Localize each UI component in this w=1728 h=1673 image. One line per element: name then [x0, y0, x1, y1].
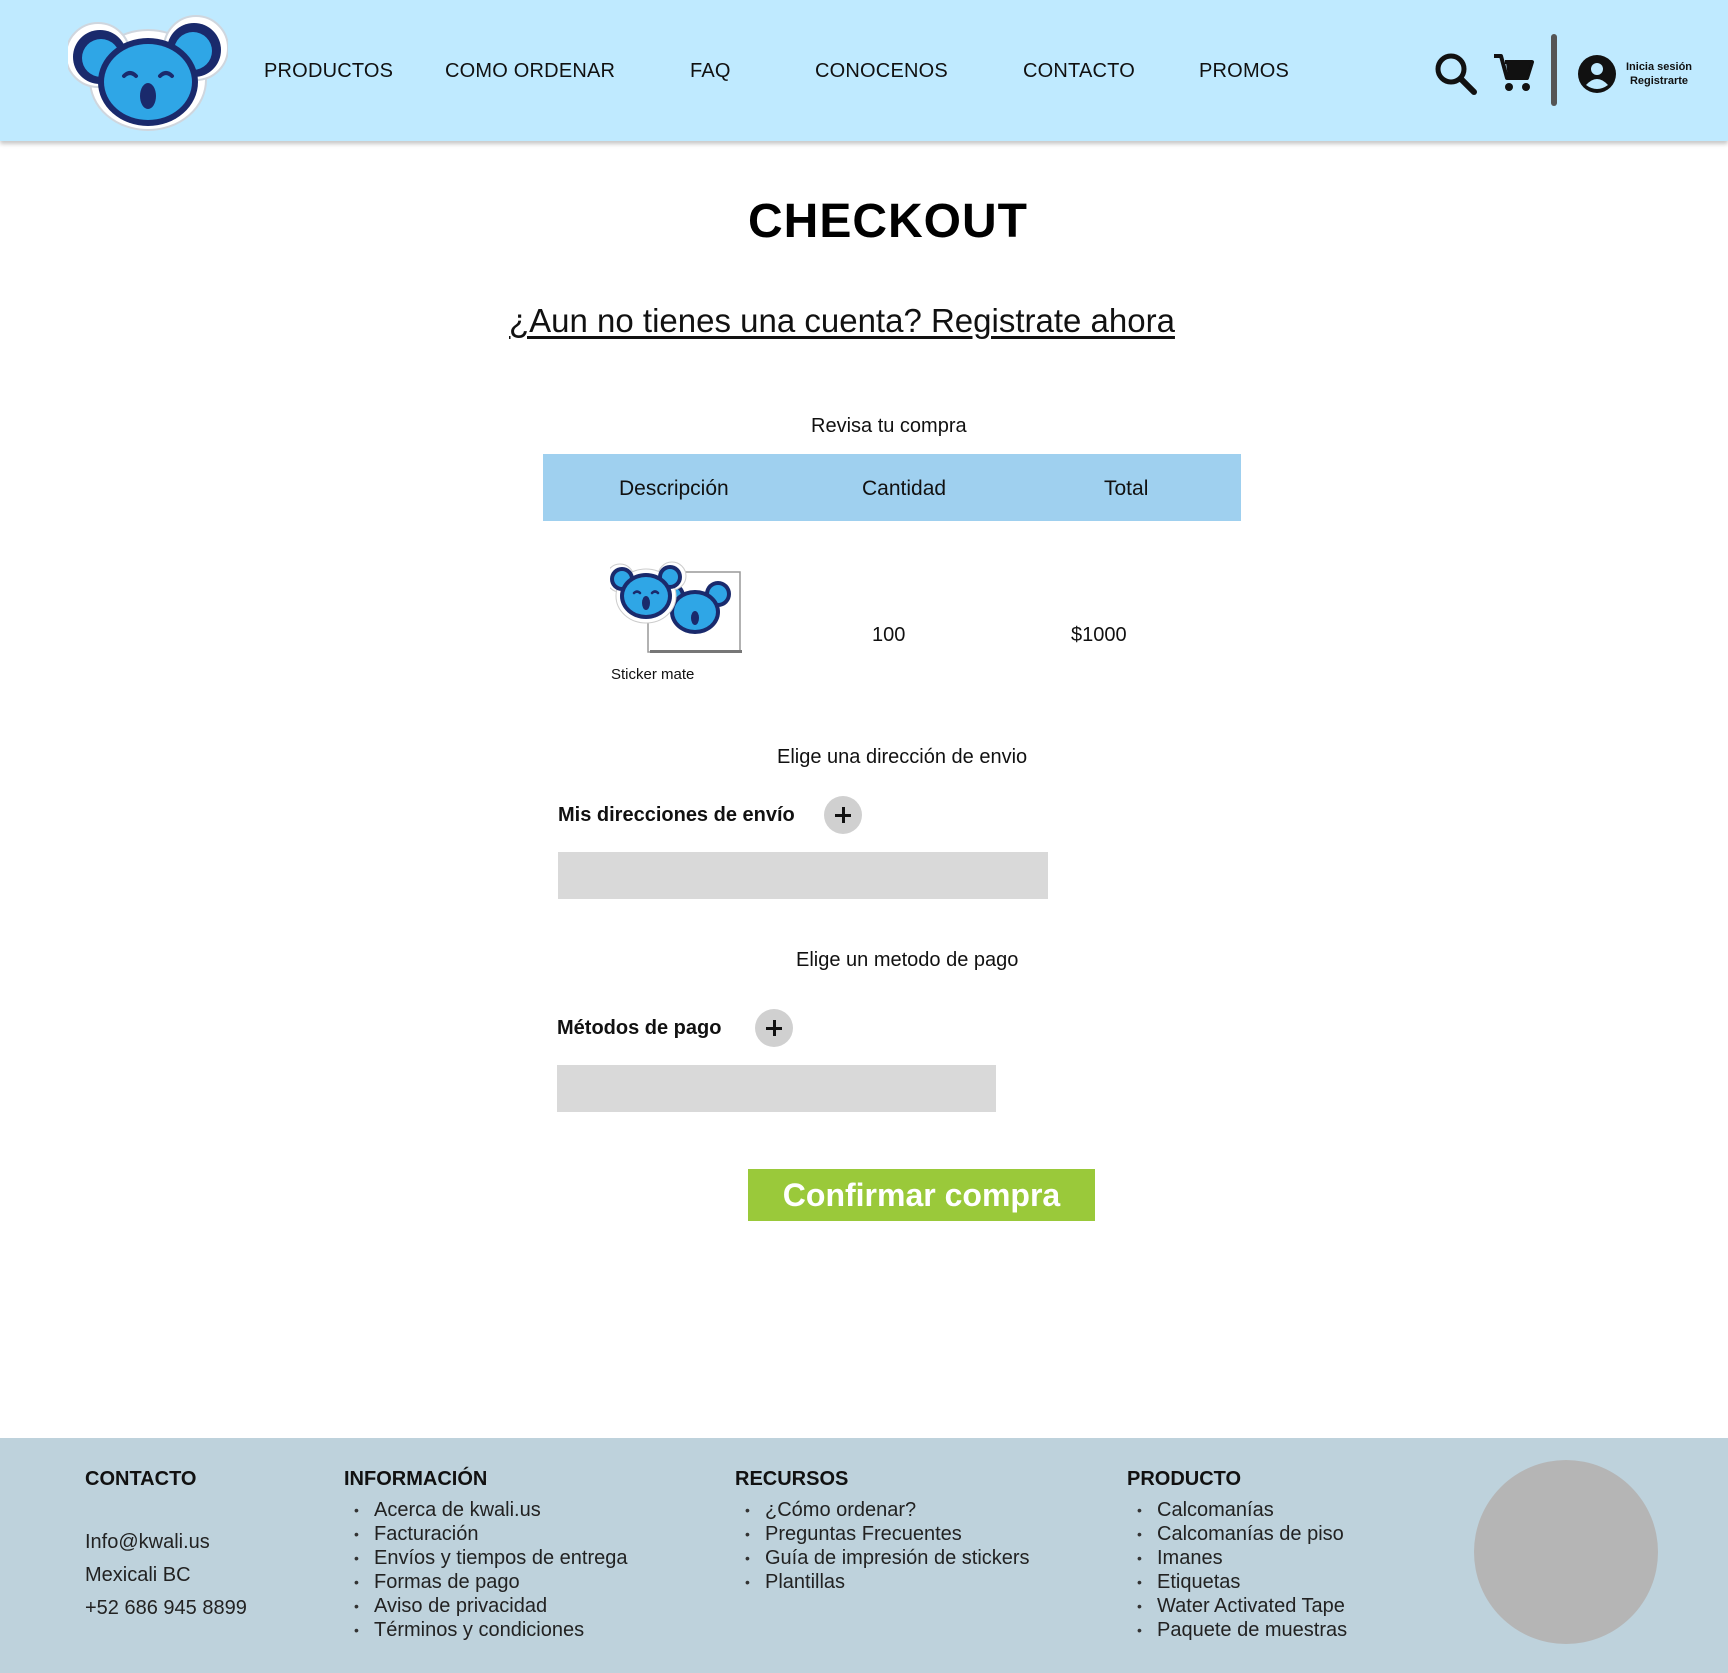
product-thumbnail: [610, 561, 742, 653]
search-icon[interactable]: [1434, 52, 1478, 96]
footer-product-heading: PRODUCTO: [1127, 1468, 1242, 1490]
nav-conocenos[interactable]: CONOCENOS: [815, 60, 948, 83]
footer-info-heading: INFORMACIÓN: [344, 1468, 488, 1490]
shipping-label: Elige una dirección de envio: [777, 746, 1028, 768]
footer-link-about[interactable]: Acerca de kwali.us: [344, 1498, 627, 1522]
column-description: Descripción: [619, 477, 729, 500]
nav-faq[interactable]: FAQ: [690, 60, 731, 83]
payment-select-field[interactable]: [557, 1065, 996, 1112]
footer-contact-heading: CONTACTO: [85, 1468, 197, 1490]
addresses-label: Mis direcciones de envío: [558, 804, 795, 826]
footer-link-shipping[interactable]: Envíos y tiempos de entrega: [344, 1546, 627, 1570]
site-header: PRODUCTOS COMO ORDENAR FAQ CONOCENOS CON…: [0, 0, 1728, 141]
footer-link-how-to-order[interactable]: ¿Cómo ordenar?: [735, 1498, 1030, 1522]
page-title: CHECKOUT: [748, 195, 1028, 248]
nav-promos[interactable]: PROMOS: [1199, 60, 1289, 83]
footer-phone[interactable]: +52 686 945 8899: [85, 1597, 247, 1620]
footer-link-privacy[interactable]: Aviso de privacidad: [344, 1594, 627, 1618]
footer-city: Mexicali BC: [85, 1564, 191, 1586]
footer-link-faq[interactable]: Preguntas Frecuentes: [735, 1522, 1030, 1546]
add-address-button[interactable]: [824, 796, 862, 834]
user-icon[interactable]: [1578, 55, 1616, 93]
footer-info-list: Acerca de kwali.us Facturación Envíos y …: [344, 1498, 627, 1642]
address-select-field[interactable]: [558, 852, 1048, 899]
footer-link-billing[interactable]: Facturación: [344, 1522, 627, 1546]
payment-label: Elige un metodo de pago: [796, 949, 1019, 971]
header-divider: [1551, 34, 1557, 106]
footer-link-labels[interactable]: Etiquetas: [1127, 1570, 1347, 1594]
footer-link-print-guide[interactable]: Guía de impresión de stickers: [735, 1546, 1030, 1570]
footer-email[interactable]: Info@kwali.us: [85, 1531, 210, 1554]
footer-link-floor-decals[interactable]: Calcomanías de piso: [1127, 1522, 1347, 1546]
product-total: $1000: [1071, 624, 1127, 646]
product-quantity: 100: [872, 624, 906, 646]
footer-link-decals[interactable]: Calcomanías: [1127, 1498, 1347, 1522]
product-name: Sticker mate: [611, 666, 695, 683]
column-total: Total: [1104, 477, 1149, 500]
koala-logo[interactable]: [68, 10, 228, 132]
nav-como-ordenar[interactable]: COMO ORDENAR: [445, 60, 615, 83]
column-quantity: Cantidad: [862, 477, 947, 500]
footer-link-sample-pack[interactable]: Paquete de muestras: [1127, 1618, 1347, 1642]
footer-product-list: Calcomanías Calcomanías de piso Imanes E…: [1127, 1498, 1347, 1642]
footer-link-water-tape[interactable]: Water Activated Tape: [1127, 1594, 1347, 1618]
footer-link-payment[interactable]: Formas de pago: [344, 1570, 627, 1594]
footer-image-placeholder: [1474, 1460, 1658, 1644]
footer-resources-list: ¿Cómo ordenar? Preguntas Frecuentes Guía…: [735, 1498, 1030, 1594]
review-label: Revisa tu compra: [811, 415, 967, 437]
login-label: Inicia sesión: [1625, 61, 1693, 73]
nav-contacto[interactable]: CONTACTO: [1023, 60, 1135, 83]
table-header: Descripción Cantidad Total: [543, 454, 1241, 521]
confirm-purchase-button[interactable]: Confirmar compra: [748, 1169, 1095, 1221]
login-register-link[interactable]: Inicia sesión Registrarte: [1620, 60, 1698, 88]
payment-methods-label: Métodos de pago: [557, 1017, 722, 1039]
cart-icon[interactable]: [1493, 52, 1535, 94]
footer-resources-heading: RECURSOS: [735, 1468, 849, 1490]
nav-productos[interactable]: PRODUCTOS: [264, 60, 393, 83]
footer-link-terms[interactable]: Términos y condiciones: [344, 1618, 627, 1642]
footer-link-magnets[interactable]: Imanes: [1127, 1546, 1347, 1570]
footer-link-templates[interactable]: Plantillas: [735, 1570, 1030, 1594]
site-footer: CONTACTO Info@kwali.us Mexicali BC +52 6…: [0, 1438, 1728, 1673]
signup-link[interactable]: ¿Aun no tienes una cuenta? Registrate ah…: [509, 302, 1175, 340]
register-label: Registrarte: [1629, 75, 1689, 87]
add-payment-button[interactable]: [755, 1009, 793, 1047]
